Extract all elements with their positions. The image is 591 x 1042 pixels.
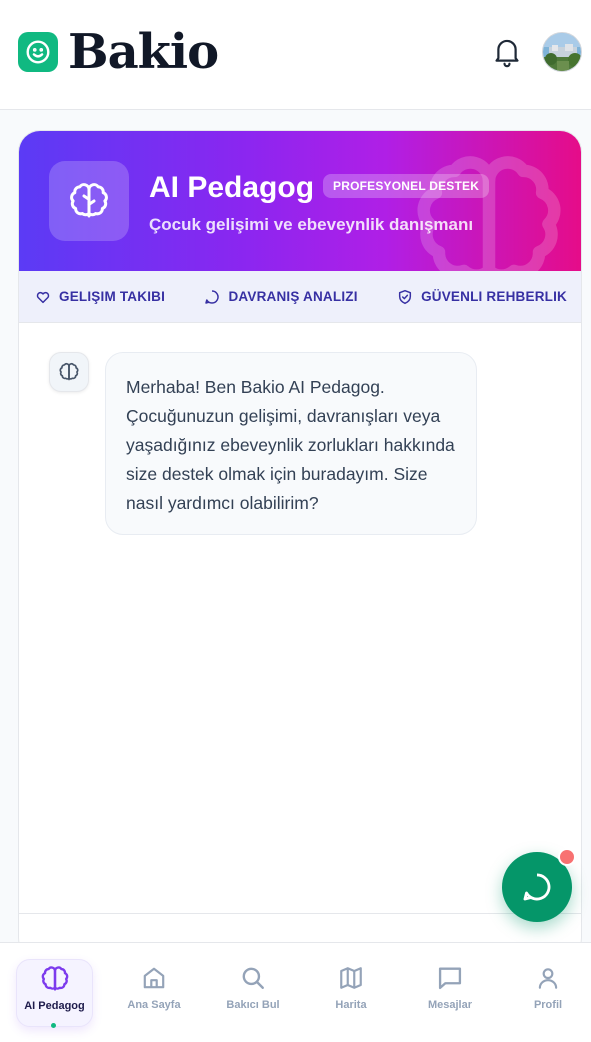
nav-label: Bakıcı Bul xyxy=(226,999,280,1011)
hero-banner: AI Pedagog PROFESYONEL DESTEK Çocuk geli… xyxy=(19,131,581,282)
user-icon xyxy=(535,963,561,993)
bell-icon[interactable] xyxy=(492,36,522,68)
nav-item-find-caregiver[interactable]: Bakıcı Bul xyxy=(214,959,292,1027)
ai-pedagog-chat-card: AI Pedagog PROFESYONEL DESTEK Çocuk geli… xyxy=(18,130,582,960)
bot-message-bubble: Merhaba! Ben Bakio AI Pedagog. Çocuğunuz… xyxy=(105,352,477,535)
nav-item-home[interactable]: Ana Sayfa xyxy=(115,959,193,1027)
home-icon xyxy=(141,963,167,993)
active-indicator-dot xyxy=(51,1023,56,1028)
feature-label: GÜVENLI REHBERLIK xyxy=(421,289,567,304)
map-icon xyxy=(338,963,364,993)
shield-check-icon xyxy=(399,289,412,304)
feature-safe-guidance: GÜVENLI REHBERLIK xyxy=(397,289,567,305)
app-header: Bakio xyxy=(0,0,591,110)
brain-icon xyxy=(41,964,69,994)
feature-development-tracking: GELIŞIM TAKIBI xyxy=(35,289,165,305)
feature-strip: GELIŞIM TAKIBI DAVRANIŞ ANALIZI GÜVENLI … xyxy=(19,271,581,323)
heart-icon xyxy=(36,291,50,303)
nav-label: Mesajlar xyxy=(427,999,473,1011)
nav-item-map[interactable]: Harita xyxy=(312,959,390,1027)
feature-label: GELIŞIM TAKIBI xyxy=(59,289,166,304)
message-icon xyxy=(436,963,464,993)
user-avatar[interactable] xyxy=(542,32,582,72)
nav-label: Profil xyxy=(533,999,563,1011)
feature-behavior-analysis: DAVRANIŞ ANALIZI xyxy=(204,289,357,305)
chat-bubble-icon xyxy=(523,873,551,901)
nav-label: Harita xyxy=(335,999,367,1011)
nav-item-ai-pedagog[interactable]: AI Pedagog xyxy=(16,959,93,1027)
nav-label: AI Pedagog xyxy=(24,1000,85,1012)
input-area-divider xyxy=(19,913,581,914)
nav-item-messages[interactable]: Mesajlar xyxy=(411,959,489,1027)
hero-subtitle: Çocuk gelişimi ve ebeveynlik danışmanı xyxy=(149,215,474,234)
brain-icon xyxy=(49,161,129,241)
notification-dot xyxy=(558,848,576,866)
nav-item-profile[interactable]: Profil xyxy=(509,959,587,1027)
professional-support-badge: PROFESYONEL DESTEK xyxy=(323,174,490,198)
chat-icon xyxy=(205,289,220,304)
bottom-navigation: AI Pedagog Ana Sayfa Bakıcı Bul Harita M… xyxy=(0,942,591,1042)
bot-brain-icon xyxy=(49,352,89,392)
feature-label: DAVRANIŞ ANALIZI xyxy=(228,289,358,304)
nav-label: Ana Sayfa xyxy=(127,999,181,1011)
search-icon xyxy=(240,963,266,993)
logo-smiley-icon[interactable] xyxy=(18,32,58,72)
app-logo-text[interactable]: Bakio xyxy=(68,22,219,82)
hero-title: AI Pedagog xyxy=(149,171,315,204)
